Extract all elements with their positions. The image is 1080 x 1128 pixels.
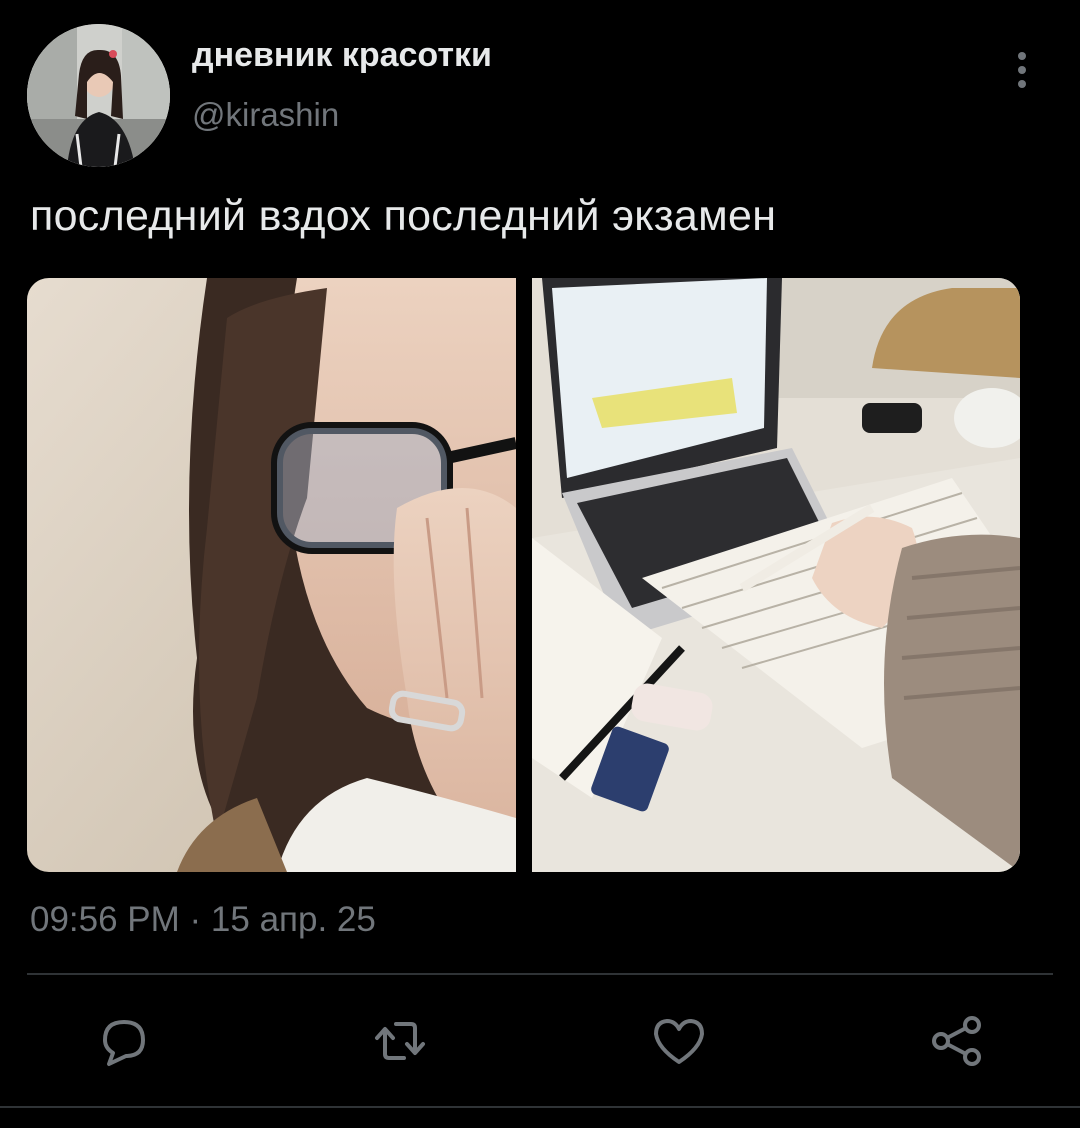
divider	[27, 973, 1053, 975]
heart-icon	[654, 1019, 704, 1064]
retweet-icon	[375, 1022, 425, 1060]
photo-face-glasses	[27, 278, 516, 872]
media-grid	[27, 278, 1020, 872]
media-photo-2[interactable]	[532, 278, 1020, 872]
share-icon	[932, 1016, 981, 1066]
timestamp[interactable]: 09:56 PM · 15 апр. 25	[30, 900, 376, 940]
reply-icon	[103, 1020, 145, 1066]
share-button[interactable]	[928, 1012, 986, 1070]
photo-study-desk	[532, 278, 1020, 872]
avatar-photo	[27, 24, 170, 167]
more-vertical-icon	[1018, 52, 1026, 88]
display-name[interactable]: дневник красотки	[192, 36, 492, 75]
retweet-button[interactable]	[371, 1012, 429, 1070]
handle[interactable]: @kirashin	[192, 96, 339, 134]
bottom-divider	[0, 1106, 1080, 1108]
tweet-text: последний вздох последний экзамен	[30, 192, 777, 240]
reply-button[interactable]	[95, 1012, 153, 1070]
avatar[interactable]	[27, 24, 170, 167]
like-button[interactable]	[650, 1012, 708, 1070]
more-button[interactable]	[1004, 46, 1040, 94]
media-photo-1[interactable]	[27, 278, 516, 872]
